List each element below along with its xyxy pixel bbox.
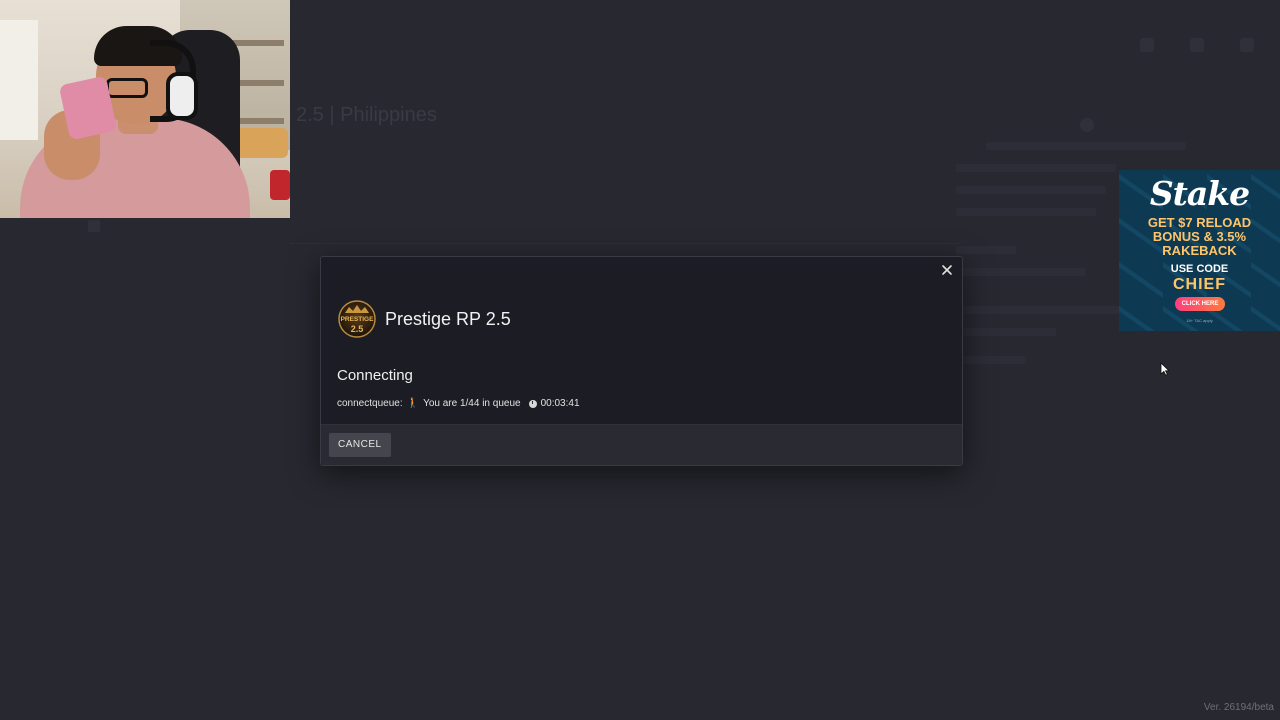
version-label: Ver. 26194/beta xyxy=(1203,702,1274,713)
close-icon[interactable] xyxy=(940,263,954,277)
clock-icon xyxy=(528,399,537,408)
server-name: Prestige RP 2.5 xyxy=(385,308,511,329)
connecting-dialog: PRESTIGE 2.5 Prestige RP 2.5 Connecting … xyxy=(320,256,963,466)
queue-prefix: connectqueue: xyxy=(337,398,403,409)
server-logo-version: 2.5 xyxy=(351,324,364,334)
queue-position: You are 1/44 in queue xyxy=(423,398,521,409)
connection-status-title: Connecting xyxy=(337,367,413,384)
queue-elapsed-time: 00:03:41 xyxy=(540,398,580,409)
walking-person-icon: 🚶 xyxy=(406,398,420,409)
dialog-footer: CANCEL xyxy=(321,424,962,465)
server-header: PRESTIGE 2.5 Prestige RP 2.5 xyxy=(337,299,511,339)
queue-status: connectqueue: 🚶 You are 1/44 in queue 00… xyxy=(337,398,580,409)
stage: 2.5 | Philippines Stake GET $7 RELOAD BO… xyxy=(0,0,1280,720)
server-logo: PRESTIGE 2.5 xyxy=(337,299,377,339)
mouse-cursor-icon xyxy=(1160,362,1170,381)
cancel-button[interactable]: CANCEL xyxy=(329,433,391,457)
server-logo-text: PRESTIGE xyxy=(341,316,375,323)
